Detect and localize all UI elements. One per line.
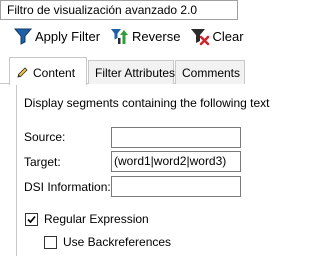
reverse-button[interactable]: Reverse xyxy=(107,24,183,48)
filter-description: Display segments containing the followin… xyxy=(24,96,270,110)
regular-expression-checkbox[interactable] xyxy=(25,212,38,226)
target-input[interactable]: (word1|word2|word3) xyxy=(111,151,241,172)
checkmark-icon xyxy=(27,215,36,223)
clear-label: Clear xyxy=(212,28,244,44)
apply-filter-button[interactable]: Apply Filter xyxy=(10,24,103,48)
tab-content[interactable]: Content xyxy=(9,57,87,85)
clear-filter-icon xyxy=(190,26,210,46)
regular-expression-label: Regular Expression xyxy=(44,212,149,226)
tab-comments[interactable]: Comments xyxy=(175,60,245,84)
toolbar: Apply Filter Reverse Clear xyxy=(0,21,244,51)
tab-filter-attributes[interactable]: Filter Attributes xyxy=(88,60,176,84)
window-title: Filtro de visualización avanzado 2.0 xyxy=(0,0,238,20)
tab-comments-label: Comments xyxy=(182,66,241,80)
use-backreferences-label: Use Backreferences xyxy=(63,235,172,249)
dsi-information-label: DSI Information: xyxy=(24,180,111,194)
use-backreferences-checkbox[interactable] xyxy=(44,235,57,249)
apply-filter-label: Apply Filter xyxy=(35,28,101,44)
use-backreferences-option[interactable]: Use Backreferences xyxy=(44,235,171,249)
tab-filter-attributes-label: Filter Attributes xyxy=(95,66,176,80)
reverse-label: Reverse xyxy=(132,28,181,44)
funnel-icon xyxy=(13,26,33,46)
source-input[interactable] xyxy=(111,127,241,148)
clear-button[interactable]: Clear xyxy=(187,24,246,48)
pencil-icon xyxy=(16,66,29,82)
dsi-information-input[interactable] xyxy=(111,176,241,197)
target-label: Target: xyxy=(24,155,61,169)
source-label: Source: xyxy=(24,130,66,144)
reverse-arrows-icon xyxy=(110,26,130,46)
regular-expression-option[interactable]: Regular Expression xyxy=(25,212,149,226)
tab-strip: Content Filter Attributes Comments xyxy=(0,56,245,85)
tab-content-label: Content xyxy=(33,66,76,80)
